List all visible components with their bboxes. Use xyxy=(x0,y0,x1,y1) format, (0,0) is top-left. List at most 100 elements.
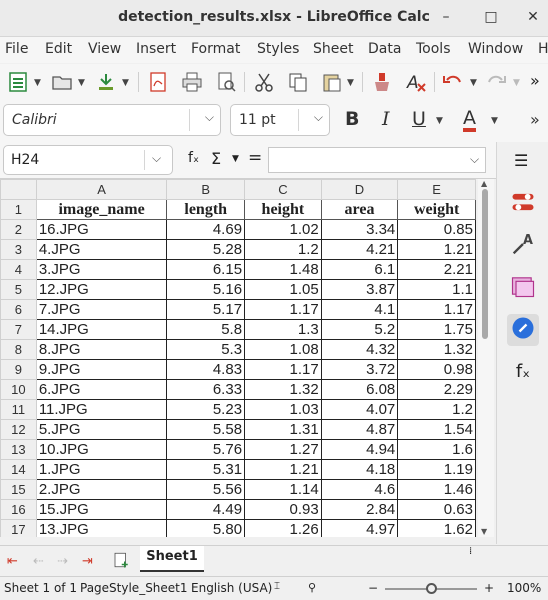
cell[interactable]: 1.JPG xyxy=(35,459,168,480)
cell[interactable]: 0.63 xyxy=(397,499,476,520)
cell[interactable]: 1.46 xyxy=(397,479,476,500)
row-header[interactable]: 8 xyxy=(0,339,37,360)
row-header[interactable]: 13 xyxy=(0,439,37,460)
chevron-down-icon[interactable]: ▼ xyxy=(122,78,129,88)
cell[interactable]: 4.94 xyxy=(320,439,399,460)
cell[interactable]: 0.85 xyxy=(397,219,476,240)
cell[interactable]: 1.75 xyxy=(397,319,476,340)
cell[interactable]: 4.JPG xyxy=(35,239,168,260)
row-header[interactable]: 4 xyxy=(0,259,37,280)
chevron-down-icon[interactable]: ▼ xyxy=(436,116,443,126)
open-folder-icon[interactable] xyxy=(50,70,74,94)
zoom-level[interactable]: 100% xyxy=(507,581,541,595)
menu-help[interactable]: H xyxy=(538,41,548,57)
chevron-down-icon[interactable]: ▼ xyxy=(232,154,239,164)
cell[interactable]: area xyxy=(320,199,399,220)
cell[interactable]: 1.6 xyxy=(397,439,476,460)
cell[interactable]: 4.07 xyxy=(320,399,399,420)
cell[interactable]: 5.31 xyxy=(166,459,246,480)
cell[interactable]: 1.27 xyxy=(244,439,322,460)
cell[interactable]: 1.17 xyxy=(244,359,322,380)
add-sheet-icon[interactable] xyxy=(112,551,130,569)
properties-icon[interactable] xyxy=(507,188,539,220)
cell[interactable]: 4.1 xyxy=(320,299,399,320)
menu-data[interactable]: Data xyxy=(368,41,401,57)
cell[interactable]: 12.JPG xyxy=(35,279,168,300)
scroll-down-icon[interactable]: ▼ xyxy=(481,527,487,536)
chevron-down-icon[interactable]: ▼ xyxy=(347,78,354,88)
cell[interactable]: 5.80 xyxy=(166,519,246,537)
cell[interactable]: 2.21 xyxy=(397,259,476,280)
last-sheet-icon[interactable]: ⇥ xyxy=(82,554,93,569)
more-options-icon[interactable]: » xyxy=(530,71,540,90)
paste-icon[interactable] xyxy=(320,70,344,94)
cell[interactable]: 1.17 xyxy=(397,299,476,320)
cell[interactable]: 3.JPG xyxy=(35,259,168,280)
cell[interactable]: 1.21 xyxy=(397,239,476,260)
scroll-up-icon[interactable]: ▲ xyxy=(481,179,487,188)
cell[interactable]: 8.JPG xyxy=(35,339,168,360)
language[interactable]: English (USA) xyxy=(191,581,272,595)
cell[interactable]: 5.76 xyxy=(166,439,246,460)
column-header[interactable]: E xyxy=(397,179,476,200)
spreadsheet-grid[interactable]: A B C D E 1 image_name length height are… xyxy=(0,179,476,537)
column-header[interactable]: D xyxy=(320,179,399,200)
cell[interactable]: 1.32 xyxy=(244,379,322,400)
scroll-thumb[interactable] xyxy=(482,189,488,339)
cell[interactable]: 5.58 xyxy=(166,419,246,440)
cell[interactable]: 6.33 xyxy=(166,379,246,400)
cell[interactable]: 1.21 xyxy=(244,459,322,480)
print-preview-icon[interactable] xyxy=(214,70,238,94)
cell[interactable]: 5.3 xyxy=(166,339,246,360)
cell[interactable]: 11.JPG xyxy=(35,399,168,420)
cell[interactable]: 5.16 xyxy=(166,279,246,300)
cell[interactable]: 7.JPG xyxy=(35,299,168,320)
cell[interactable]: 5.JPG xyxy=(35,419,168,440)
sum-icon[interactable]: Σ xyxy=(211,149,221,168)
chevron-down-icon[interactable]: ▼ xyxy=(34,78,41,88)
font-size-combo[interactable]: 11 pt ⌵ xyxy=(230,104,330,136)
cell[interactable]: 4.49 xyxy=(166,499,246,520)
cell[interactable]: 10.JPG xyxy=(35,439,168,460)
row-header[interactable]: 12 xyxy=(0,419,37,440)
zoom-out-button[interactable]: − xyxy=(368,581,378,595)
row-header[interactable]: 11 xyxy=(0,399,37,420)
cell[interactable]: 2.84 xyxy=(320,499,399,520)
insert-mode-icon[interactable]: ⌶ xyxy=(274,581,280,592)
italic-button[interactable]: I xyxy=(382,108,390,130)
menu-edit[interactable]: Edit xyxy=(45,41,72,57)
minimize-button[interactable]: – xyxy=(437,8,455,26)
chevron-down-icon[interactable]: ⌵ xyxy=(470,152,479,167)
cell[interactable]: 1.17 xyxy=(244,299,322,320)
row-header[interactable]: 1 xyxy=(0,199,37,220)
row-header[interactable]: 9 xyxy=(0,359,37,380)
first-sheet-icon[interactable]: ⇤ xyxy=(7,554,18,569)
font-color-button[interactable]: A xyxy=(463,108,476,132)
menu-sheet[interactable]: Sheet xyxy=(313,41,353,57)
close-button[interactable]: ✕ xyxy=(524,8,542,26)
menu-styles[interactable]: Styles xyxy=(257,41,299,57)
row-header[interactable]: 15 xyxy=(0,479,37,500)
cell[interactable]: 5.17 xyxy=(166,299,246,320)
cell[interactable]: 6.15 xyxy=(166,259,246,280)
copy-icon[interactable] xyxy=(286,70,310,94)
cell[interactable]: 1.19 xyxy=(397,459,476,480)
cell[interactable]: 4.18 xyxy=(320,459,399,480)
cell[interactable]: 1.3 xyxy=(244,319,322,340)
chevron-down-icon[interactable]: ▼ xyxy=(78,78,85,88)
cell[interactable]: 6.1 xyxy=(320,259,399,280)
cell[interactable]: 1.14 xyxy=(244,479,322,500)
more-options-icon[interactable]: » xyxy=(530,110,540,129)
cell[interactable]: 1.62 xyxy=(397,519,476,537)
menu-tools[interactable]: Tools xyxy=(416,41,451,57)
row-header[interactable]: 7 xyxy=(0,319,37,340)
cell[interactable]: 1.2 xyxy=(244,239,322,260)
row-header[interactable]: 17 xyxy=(0,519,37,537)
cell[interactable]: 1.26 xyxy=(244,519,322,537)
row-header[interactable]: 16 xyxy=(0,499,37,520)
tab-scroll-handle[interactable]: ⁞ xyxy=(469,546,472,557)
name-box[interactable]: H24 ⌵ xyxy=(3,145,173,175)
cell[interactable]: 4.83 xyxy=(166,359,246,380)
cell[interactable]: 1.48 xyxy=(244,259,322,280)
bold-button[interactable]: B xyxy=(345,108,359,130)
